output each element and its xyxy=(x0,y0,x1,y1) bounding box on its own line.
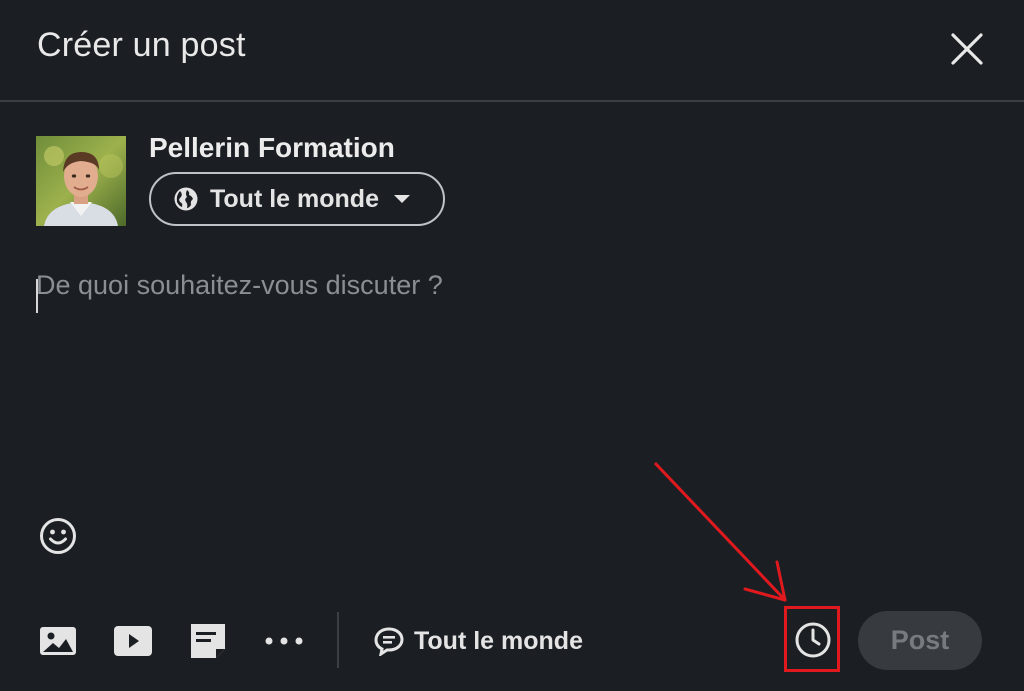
dialog-header: Créer un post xyxy=(0,0,1024,102)
smiley-icon xyxy=(40,518,76,554)
annotation-highlight-box xyxy=(784,606,840,672)
audience-selector-button[interactable]: Tout le monde xyxy=(149,172,445,226)
create-post-dialog: Créer un post Pellerin Formation Tout le… xyxy=(0,0,1024,691)
document-icon xyxy=(191,624,225,658)
post-text-input[interactable]: De quoi souhaitez-vous discuter ? xyxy=(36,270,986,470)
comment-icon xyxy=(374,627,404,656)
image-icon xyxy=(40,627,76,655)
video-icon xyxy=(114,626,152,656)
comment-audience-label: Tout le monde xyxy=(414,626,583,655)
add-video-button[interactable] xyxy=(113,621,153,661)
more-options-button[interactable] xyxy=(264,621,304,661)
comment-audience-button[interactable]: Tout le monde xyxy=(374,622,583,660)
dialog-title: Créer un post xyxy=(37,26,246,64)
close-icon xyxy=(951,33,983,65)
globe-icon xyxy=(174,187,198,211)
chevron-down-icon xyxy=(393,195,410,203)
add-photo-button[interactable] xyxy=(38,621,78,661)
post-button[interactable]: Post xyxy=(858,611,982,670)
close-button[interactable] xyxy=(944,26,990,72)
author-name: Pellerin Formation xyxy=(149,132,395,163)
add-document-button[interactable] xyxy=(188,621,228,661)
toolbar-divider xyxy=(337,612,339,668)
avatar xyxy=(36,136,126,226)
emoji-button[interactable] xyxy=(38,516,78,556)
avatar-photo xyxy=(36,136,126,226)
more-icon xyxy=(265,637,303,645)
audience-label: Tout le monde xyxy=(210,184,379,213)
